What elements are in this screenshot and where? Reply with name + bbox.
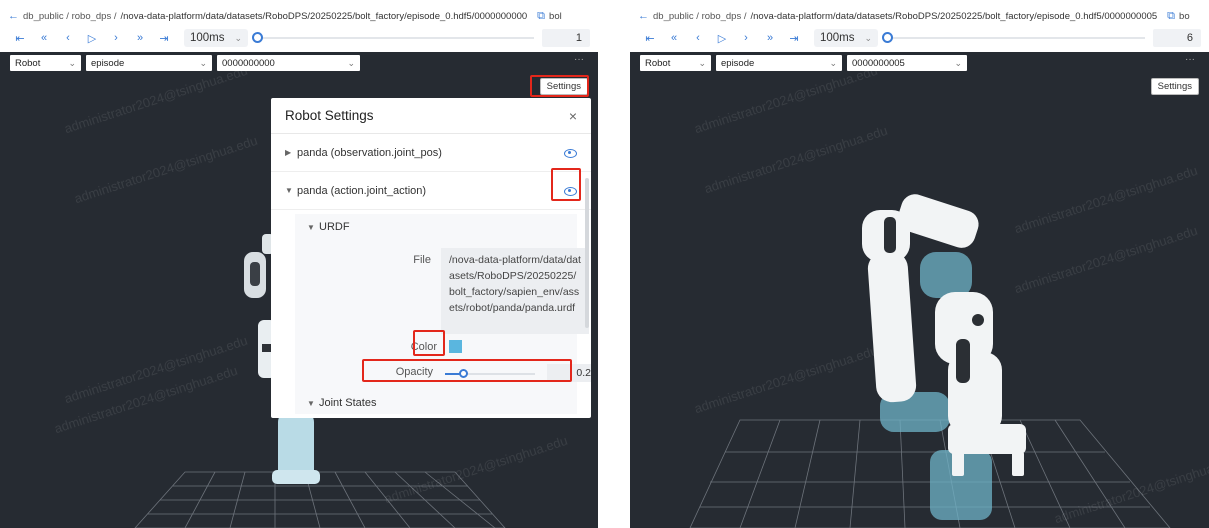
breadcrumb-trailing: bol [549,10,562,22]
episode-select-value: episode [721,57,755,69]
frame-number-input[interactable]: 1 [542,29,590,47]
opacity-label: Opacity [395,366,433,378]
chevron-down-icon: ⌄ [864,32,873,43]
robot-item-details: ▼ URDF File /nova-data-platform/data/dat… [295,214,591,416]
copy-icon[interactable]: ⧉ [1167,10,1175,23]
selector-bar: Robot ⌄ episode ⌄ 0000000005 ⌄ [640,55,967,72]
skip-end-icon[interactable]: ⇥ [782,32,806,45]
robot-select-value: Robot [645,57,671,69]
fast-forward-icon[interactable]: » [128,32,152,44]
more-icon[interactable]: ··· [1185,54,1195,65]
opacity-input[interactable]: 0.2 [547,364,591,382]
breadcrumb: ← db_public / robo_dps / /nova-data-plat… [8,8,562,24]
urdf-label: URDF [319,221,350,233]
breadcrumb-path-text: /nova-data-platform/data/datasets/RoboDP… [750,10,1158,22]
settings-button[interactable]: Settings [1150,78,1199,95]
caret-down-icon[interactable]: ▼ [307,223,319,232]
frame-slider-thumb[interactable] [882,32,894,43]
fast-forward-icon[interactable]: » [758,32,782,44]
breadcrumb: ← db_public / robo_dps / /nova-data-plat… [638,8,1190,24]
viewer-panel-left: ← db_public / robo_dps / /nova-data-plat… [0,0,598,528]
caret-right-icon[interactable]: ▶ [285,148,297,157]
play-icon[interactable]: ▷ [80,32,104,45]
robot-select[interactable]: Robot ⌄ [10,55,81,71]
dialog-scrollbar[interactable] [585,178,589,328]
skip-end-icon[interactable]: ⇥ [152,32,176,45]
more-icon[interactable]: ··· [574,54,584,65]
fast-backward-icon[interactable]: « [662,32,686,44]
episode-select[interactable]: episode ⌄ [86,55,212,71]
speed-value: 100ms [820,32,855,44]
frame-slider[interactable] [882,32,1145,43]
robot-settings-dialog: Robot Settings × ▶ panda (observation.jo… [271,98,591,418]
playback-toolbar: ⇤ « ‹ ▷ › » ⇥ 100ms ⌄ 6 [638,28,1201,48]
3d-viewport[interactable]: Robot ⌄ episode ⌄ 0000000000 ⌄ ··· Setti… [0,52,598,528]
breadcrumb-path-text: /nova-data-platform/data/datasets/RoboDP… [120,10,528,22]
frame-slider-thumb[interactable] [252,32,264,43]
caret-down-icon[interactable]: ▼ [307,399,319,408]
episode-select[interactable]: episode ⌄ [716,55,842,71]
step-forward-icon[interactable]: › [104,32,128,44]
chevron-down-icon: ⌄ [954,57,962,68]
chevron-down-icon: ⌄ [829,57,837,68]
skip-start-icon[interactable]: ⇤ [638,32,662,45]
step-back-icon[interactable]: ‹ [56,32,80,44]
caret-down-icon[interactable]: ▼ [285,186,297,195]
color-label: Color [410,341,437,353]
robot-item-action[interactable]: ▼ panda (action.joint_action) [271,172,591,210]
frame-select[interactable]: 0000000005 ⌄ [847,55,967,71]
play-icon[interactable]: ▷ [710,32,734,45]
step-forward-icon[interactable]: › [734,32,758,44]
opacity-slider[interactable] [445,369,535,378]
dialog-header: Robot Settings × [271,98,591,134]
3d-viewport[interactable]: Robot ⌄ episode ⌄ 0000000005 ⌄ ··· Setti… [630,52,1209,528]
opacity-slider-thumb[interactable] [459,369,468,378]
eye-icon[interactable] [563,186,577,196]
frame-select[interactable]: 0000000000 ⌄ [217,55,360,71]
chevron-down-icon: ⌄ [234,32,243,43]
fast-backward-icon[interactable]: « [32,32,56,44]
eye-icon[interactable] [563,148,577,158]
dialog-title: Robot Settings [285,108,374,123]
arrow-left-icon[interactable]: ← [638,10,649,22]
file-label: File [413,254,431,266]
copy-icon[interactable]: ⧉ [537,10,545,23]
robot-model [862,194,1026,520]
joint-states-label: Joint States [319,397,377,409]
frame-slider[interactable] [252,32,534,43]
color-swatch[interactable] [449,340,462,353]
frame-select-value: 0000000000 [222,57,275,69]
frame-select-value: 0000000005 [852,57,905,69]
step-back-icon[interactable]: ‹ [686,32,710,44]
robot-select-value: Robot [15,57,41,69]
urdf-section-header[interactable]: ▼ URDF [295,214,577,240]
close-icon[interactable]: × [569,108,577,124]
arrow-left-icon[interactable]: ← [8,10,19,22]
speed-select[interactable]: 100ms ⌄ [184,29,249,47]
breadcrumb-path: /nova-data-platform/data/datasets/RoboDP… [120,11,527,22]
breadcrumb-prefix[interactable]: db_public / robo_dps / [653,11,746,22]
chevron-down-icon: ⌄ [199,57,207,68]
playback-toolbar: ⇤ « ‹ ▷ › » ⇥ 100ms ⌄ 1 [8,28,590,48]
frame-number-input[interactable]: 6 [1153,29,1201,47]
viewer-panel-right: ← db_public / robo_dps / /nova-data-plat… [630,0,1209,528]
joint-states-header[interactable]: ▼ Joint States [295,390,577,416]
speed-select[interactable]: 100ms ⌄ [814,29,879,47]
speed-value: 100ms [190,32,225,44]
selector-bar: Robot ⌄ episode ⌄ 0000000000 ⌄ [10,55,360,72]
robot-item-observation[interactable]: ▶ panda (observation.joint_pos) [271,134,591,172]
chevron-down-icon: ⌄ [68,57,76,68]
chevron-down-icon: ⌄ [347,57,355,68]
settings-button[interactable]: Settings [539,78,588,95]
robot-select[interactable]: Robot ⌄ [640,55,711,71]
breadcrumb-prefix[interactable]: db_public / robo_dps / [23,11,116,22]
episode-select-value: episode [91,57,125,69]
robot-item-label: panda (observation.joint_pos) [297,146,442,159]
skip-start-icon[interactable]: ⇤ [8,32,32,45]
robot-item-label: panda (action.joint_action) [297,184,427,197]
breadcrumb-path: /nova-data-platform/data/datasets/RoboDP… [750,11,1157,22]
chevron-down-icon: ⌄ [698,57,706,68]
file-path-value: /nova-data-platform/data/datasets/RoboDP… [441,248,589,334]
breadcrumb-trailing: bo [1179,10,1190,22]
